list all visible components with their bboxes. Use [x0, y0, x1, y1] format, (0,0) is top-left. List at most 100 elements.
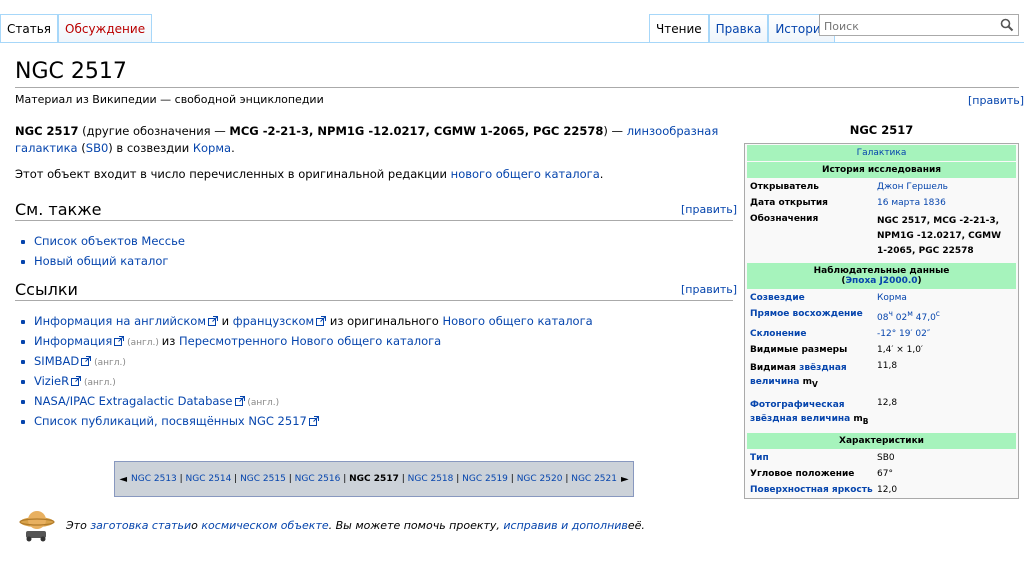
list-item: NASA/IPAC Extragalactic Database (англ.)	[15, 391, 593, 411]
link-sb0[interactable]: SB0	[86, 141, 109, 155]
list-item: Список публикаций, посвящённых NGC 2517	[15, 411, 593, 431]
link-publications[interactable]: Список публикаций, посвящённых NGC 2517	[34, 414, 307, 428]
row-value: NGC 2517, MCG -2-21-3, NPM1G -12.0217, C…	[877, 216, 1002, 256]
stub-text: . Вы можете помочь проекту,	[328, 518, 500, 532]
edit-section-see-also[interactable]: [править]	[681, 203, 737, 216]
link-revised-ngc[interactable]: Пересмотренного Нового общего каталога	[179, 334, 441, 348]
link-stub[interactable]: заготовка статьи	[90, 519, 191, 532]
external-link-icon	[316, 316, 327, 326]
link-vizier[interactable]: VizieR	[34, 374, 69, 388]
link-discovery-date[interactable]: 16 марта 1836	[877, 198, 1013, 208]
infobox-row: Дата открытия 16 марта 1836	[745, 195, 1018, 211]
heading-links: Ссылки	[15, 280, 78, 299]
article-content: NGC 2517 Материал из Википедии — свободн…	[0, 43, 1024, 563]
link-galaxy[interactable]: Галактика	[857, 148, 907, 158]
nav-ngc-2514[interactable]: NGC 2514	[186, 474, 232, 484]
see-also-list: Список объектов Мессье Новый общий катал…	[15, 231, 185, 271]
namespace-tabs: Статья Обсуждение	[0, 14, 153, 43]
language-note: (англ.)	[91, 358, 126, 368]
label-text: m	[850, 413, 863, 424]
link-constellation-label[interactable]: Созвездие	[750, 293, 877, 303]
section-divider	[15, 300, 733, 301]
external-link-icon	[208, 316, 218, 326]
catalog-text: .	[599, 167, 604, 181]
search-icon[interactable]	[1000, 18, 1014, 32]
language-note: (англ.)	[81, 378, 116, 388]
link-messier-list[interactable]: Список объектов Мессье	[34, 234, 185, 248]
object-name: NGC 2517	[15, 124, 79, 138]
search-input[interactable]	[820, 16, 998, 37]
tab-discussion[interactable]: Обсуждение	[58, 14, 153, 43]
link-type[interactable]: Тип	[750, 453, 877, 463]
tab-article[interactable]: Статья	[0, 14, 59, 43]
edit-page-link[interactable]: [править]	[968, 94, 1024, 107]
list-item: SIMBAD (англ.)	[15, 351, 593, 371]
link-constellation[interactable]: Корма	[877, 293, 1013, 303]
nav-ngc-2521[interactable]: NGC 2521	[571, 474, 617, 484]
row-value: 12,0	[877, 484, 898, 495]
link-ned[interactable]: NASA/IPAC Extragalactic Database	[34, 394, 233, 408]
row-label: Обозначения	[750, 214, 819, 224]
intro-text: ) —	[603, 124, 627, 138]
page-title: NGC 2517	[15, 59, 127, 84]
external-link-icon	[308, 416, 319, 426]
infobox-row: Открыватель Джон Гершель	[745, 179, 1018, 195]
row-label: Видимая звёздная величина mV	[750, 361, 877, 392]
list-item: Новый общий каталог	[15, 251, 185, 271]
designations: MCG -2-21-3, NPM1G -12.0217, CGMW 1-2065…	[229, 124, 604, 138]
link-ngc-catalog[interactable]: нового общего каталога	[451, 167, 600, 181]
row-label: Видимые размеры	[750, 345, 848, 355]
link-info-french[interactable]: французском	[233, 314, 314, 328]
nav-ngc-2518[interactable]: NGC 2518	[408, 474, 454, 484]
view-tabs: Чтение Правка История	[649, 14, 835, 43]
link-right-ascension[interactable]: Прямое восхождение	[750, 309, 877, 323]
separator: |	[398, 474, 408, 484]
nav-ngc-2519[interactable]: NGC 2519	[462, 474, 508, 484]
row-value: 11,8	[877, 361, 898, 371]
infobox-row: Созвездие Корма	[745, 290, 1018, 306]
list-item: Список объектов Мессье	[15, 231, 185, 251]
stub-text: Это	[66, 518, 87, 532]
list-item: VizieR (англ.)	[15, 371, 593, 391]
link-photo-magnitude[interactable]: Фотографическая звёздная величина	[750, 400, 850, 424]
link-space-object[interactable]: космическом объекте	[201, 519, 328, 532]
nav-ngc-2515[interactable]: NGC 2515	[240, 474, 286, 484]
infobox-row: Прямое восхождение 08ч 02м 47,0с	[745, 306, 1018, 326]
link-new-general-catalogue[interactable]: Новый общий каталог	[34, 254, 168, 268]
link-info-revised[interactable]: Информация	[34, 334, 112, 348]
ngc-navigation-box: ◄ NGC 2513 | NGC 2514 | NGC 2515 | NGC 2…	[114, 461, 634, 497]
intro-text: (другие обозначения —	[78, 124, 230, 138]
infobox-row: Тип SB0	[745, 450, 1018, 466]
link-surface-brightness[interactable]: Поверхностная яркость	[750, 485, 877, 495]
language-note: (англ.)	[124, 338, 162, 348]
nav-ngc-2516[interactable]: NGC 2516	[295, 474, 341, 484]
edit-section-links[interactable]: [править]	[681, 283, 737, 296]
search-box	[819, 14, 1019, 37]
paren: )	[917, 276, 922, 286]
infobox-title: NGC 2517	[849, 123, 914, 137]
infobox-section-characteristics: Характеристики	[747, 432, 1016, 449]
link-info-english[interactable]: Информация на английском	[34, 314, 206, 328]
tab-edit[interactable]: Правка	[708, 14, 769, 43]
link-dec-value[interactable]: -12° 19′ 02″	[877, 329, 1013, 339]
link-simbad[interactable]: SIMBAD	[34, 354, 79, 368]
nav-ngc-2520[interactable]: NGC 2520	[517, 474, 563, 484]
external-link-icon	[81, 356, 92, 366]
separator: |	[285, 474, 295, 484]
link-edit-improve[interactable]: исправив и дополнив	[503, 519, 627, 532]
link-discoverer[interactable]: Джон Гершель	[877, 182, 1013, 192]
link-ngc[interactable]: Нового общего каталога	[442, 314, 592, 328]
heading-see-also: См. также	[15, 200, 102, 219]
nav-current: NGC 2517	[349, 474, 399, 484]
nav-ngc-2513[interactable]: NGC 2513	[131, 474, 177, 484]
link-epoch[interactable]: Эпоха J2000.0	[845, 276, 917, 286]
link-declination[interactable]: Склонение	[750, 329, 877, 339]
link-puppis[interactable]: Корма	[193, 141, 231, 155]
astronomy-stub-icon	[19, 511, 55, 542]
tab-read[interactable]: Чтение	[649, 14, 709, 43]
ra-minutes: 02	[892, 313, 908, 323]
separator: |	[340, 474, 350, 484]
row-label: Дата открытия	[750, 198, 828, 208]
intro-text: .	[231, 141, 235, 155]
list-item: Информация на английском и французском и…	[15, 311, 593, 331]
